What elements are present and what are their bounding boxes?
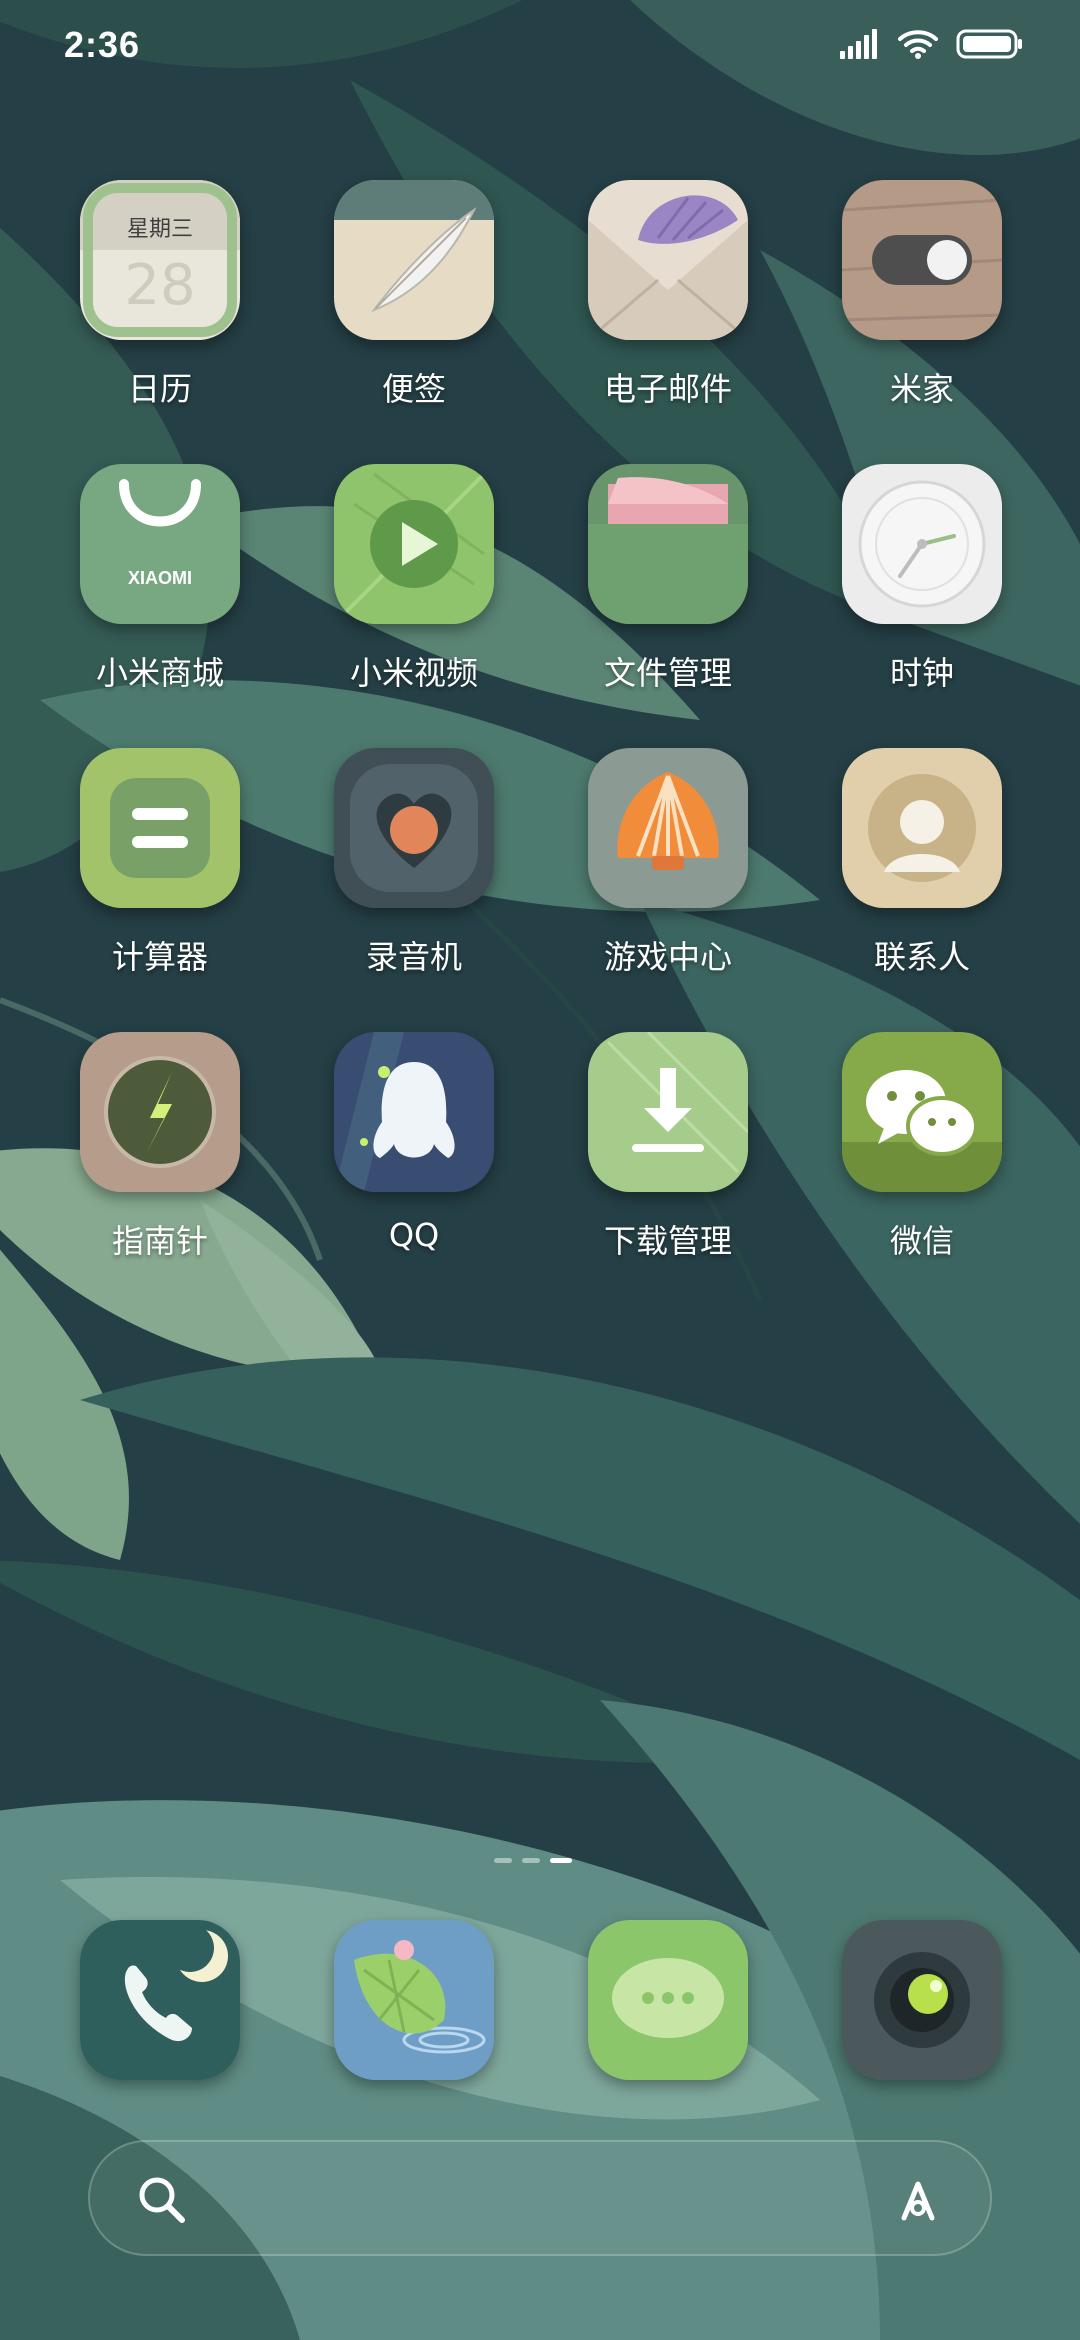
dock-messages[interactable]	[558, 1920, 778, 2090]
app-mijia[interactable]: 米家	[812, 180, 1032, 420]
page-dot	[494, 1858, 512, 1863]
dock-camera[interactable]	[812, 1920, 1032, 2090]
notes-icon	[334, 180, 494, 340]
app-label: 便签	[381, 370, 446, 408]
app-label: 计算器	[111, 938, 208, 976]
calendar-icon: 星期三 28	[80, 180, 240, 340]
page-indicator	[494, 1858, 572, 1863]
app-qq[interactable]: QQ	[304, 1032, 524, 1272]
app-label: 指南针	[111, 1222, 208, 1260]
phone-icon	[80, 1920, 240, 2080]
shell-icon	[588, 748, 748, 908]
app-label: 小米商城	[95, 654, 224, 692]
camera-icon	[842, 1920, 1002, 2080]
mijia-icon	[842, 180, 1002, 340]
app-label: 米家	[889, 370, 954, 408]
app-label: 日历	[127, 370, 192, 408]
status-icons	[838, 28, 1024, 60]
app-label: 电子邮件	[603, 370, 732, 408]
penguin-icon	[334, 1032, 494, 1192]
calculator-icon	[80, 748, 240, 908]
search-bar[interactable]	[88, 2140, 992, 2256]
app-game-center[interactable]: 游戏中心	[558, 748, 778, 988]
signal-icon	[840, 29, 877, 59]
search-icon[interactable]	[134, 2172, 190, 2228]
svg-text:XIAOMI: XIAOMI	[128, 568, 192, 588]
app-wechat[interactable]: 微信	[812, 1032, 1032, 1272]
dock-phone[interactable]	[50, 1920, 270, 2090]
page-dot	[522, 1858, 540, 1863]
svg-text:星期三: 星期三	[127, 217, 193, 242]
app-downloads[interactable]: 下载管理	[558, 1032, 778, 1272]
person-icon	[842, 748, 1002, 908]
app-label: 时钟	[889, 654, 954, 692]
app-compass[interactable]: 指南针	[50, 1032, 270, 1272]
app-contacts[interactable]: 联系人	[812, 748, 1032, 988]
shopping-bag-icon: XIAOMI	[80, 464, 240, 624]
status-bar: 2:36	[0, 0, 1080, 100]
app-label: 微信	[889, 1222, 954, 1260]
gallery-icon	[334, 1920, 494, 2080]
wifi-icon	[898, 30, 938, 59]
app-notes[interactable]: 便签	[304, 180, 524, 420]
app-calendar[interactable]: 星期三 28 日历	[50, 180, 270, 420]
messages-icon	[588, 1920, 748, 2080]
dock	[0, 1920, 1080, 2090]
recorder-icon	[334, 748, 494, 908]
app-calculator[interactable]: 计算器	[50, 748, 270, 988]
app-label: 联系人	[873, 938, 970, 976]
folder-icon	[588, 464, 748, 624]
app-recorder[interactable]: 录音机	[304, 748, 524, 988]
battery-icon	[956, 29, 1022, 59]
svg-text:28: 28	[124, 253, 195, 318]
wechat-icon	[842, 1032, 1002, 1192]
page-dot-active	[550, 1858, 572, 1863]
status-time: 2:36	[64, 24, 141, 65]
dock-gallery[interactable]	[304, 1920, 524, 2090]
app-label: 游戏中心	[603, 938, 732, 976]
app-xiaomi-store[interactable]: XIAOMI 小米商城	[50, 464, 270, 704]
app-label: QQ	[388, 1216, 440, 1254]
app-email[interactable]: 电子邮件	[558, 180, 778, 420]
download-icon	[588, 1032, 748, 1192]
assistant-icon[interactable]	[890, 2172, 946, 2228]
email-icon	[588, 180, 748, 340]
compass-icon	[80, 1032, 240, 1192]
app-file-manager[interactable]: 文件管理	[558, 464, 778, 704]
clock-icon	[842, 464, 1002, 624]
app-clock[interactable]: 时钟	[812, 464, 1032, 704]
app-label: 小米视频	[349, 654, 478, 692]
app-mi-video[interactable]: 小米视频	[304, 464, 524, 704]
play-icon	[334, 464, 494, 624]
app-label: 下载管理	[603, 1222, 732, 1260]
app-label: 录音机	[365, 938, 462, 976]
app-label: 文件管理	[603, 654, 732, 692]
